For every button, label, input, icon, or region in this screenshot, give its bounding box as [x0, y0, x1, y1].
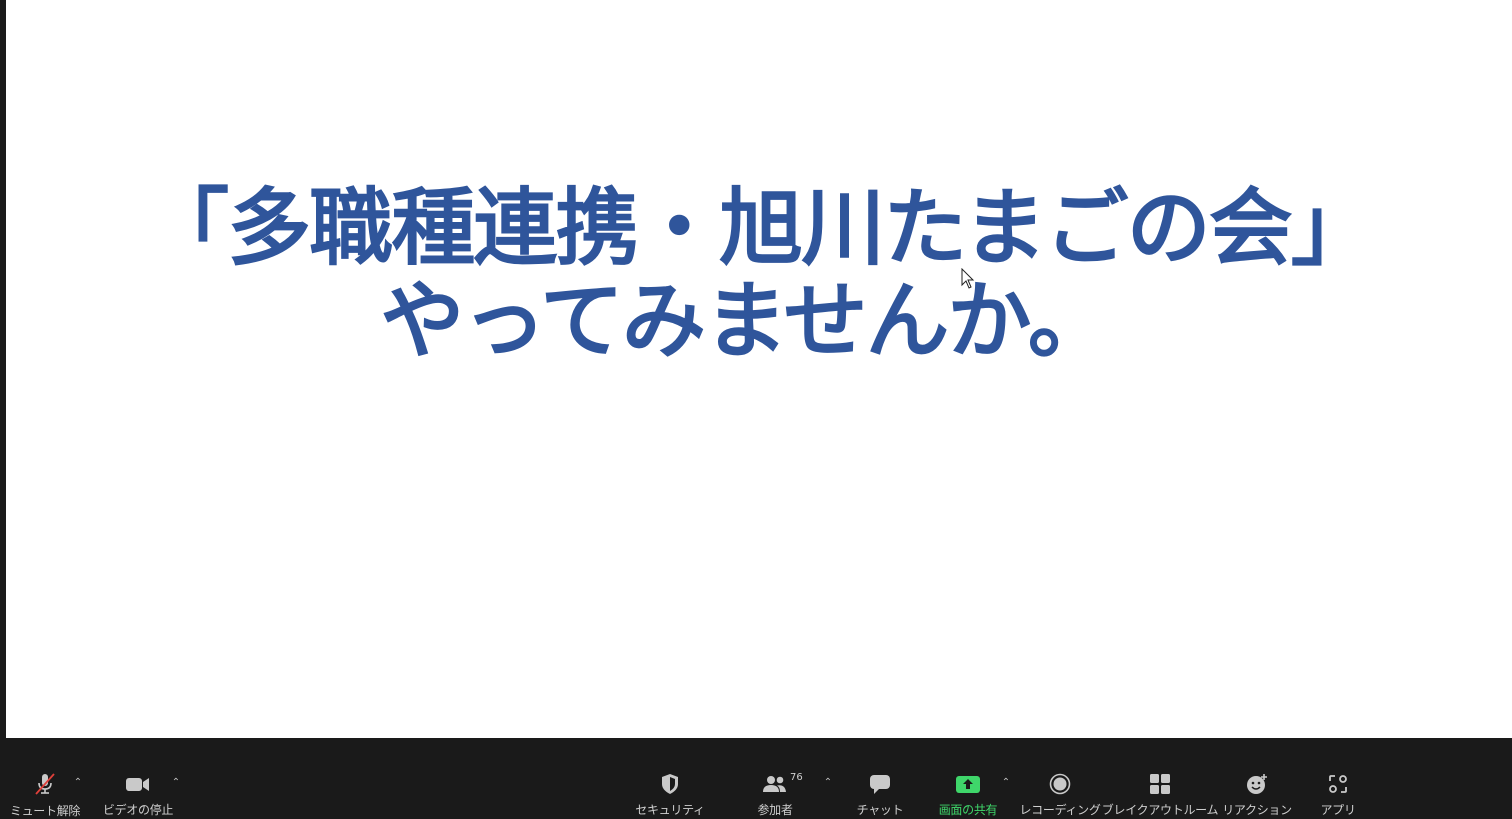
shared-screen: 「多職種連携・旭川たまごの会」 やってみませんか。	[6, 0, 1512, 738]
share-screen-label: 画面の共有	[938, 803, 998, 817]
mouse-cursor-icon	[961, 268, 975, 289]
breakout-rooms-label: ブレイクアウトルーム	[1101, 803, 1219, 817]
reactions-label: リアクション	[1222, 803, 1292, 817]
apps-button[interactable]: アプリ	[1318, 772, 1358, 818]
reactions-button[interactable]: リアクション	[1222, 772, 1292, 818]
people-icon: 76	[760, 772, 803, 795]
stop-video-button[interactable]: ビデオの停止	[102, 772, 174, 818]
recording-button[interactable]: レコーディング	[1019, 772, 1101, 818]
slide-title-line-1: 「多職種連携・旭川たまごの会」	[145, 179, 1374, 277]
apps-icon	[1323, 772, 1353, 795]
meeting-toolbar: ミュート解除 ⌃ ビデオの停止 ⌃ セキュリティ 76 参加者 ⌃ チャット 画…	[0, 738, 1512, 819]
share-screen-button[interactable]: 画面の共有	[935, 772, 1001, 818]
participants-options-caret[interactable]: ⌃	[823, 778, 833, 788]
mic-muted-icon	[30, 772, 60, 796]
grid-icon	[1145, 772, 1175, 795]
video-options-caret[interactable]: ⌃	[171, 778, 181, 788]
chat-bubble-icon	[865, 772, 895, 795]
breakout-rooms-button[interactable]: ブレイクアウトルーム	[1102, 772, 1219, 818]
chat-label: チャット	[856, 803, 904, 817]
unmute-button[interactable]: ミュート解除	[9, 772, 81, 818]
stop-video-label: ビデオの停止	[102, 803, 174, 817]
participants-label: 参加者	[757, 803, 793, 817]
share-up-arrow-icon	[953, 772, 983, 795]
shield-icon	[655, 772, 685, 795]
record-icon	[1045, 772, 1075, 795]
unmute-label: ミュート解除	[9, 804, 81, 818]
recording-label: レコーディング	[1019, 803, 1101, 817]
participant-count-badge: 76	[790, 772, 803, 783]
security-button[interactable]: セキュリティ	[635, 772, 705, 818]
security-label: セキュリティ	[635, 803, 705, 817]
smiley-plus-icon	[1242, 772, 1272, 795]
slide-title-line-2: やってみませんか。	[380, 272, 1112, 370]
apps-label: アプリ	[1320, 803, 1356, 817]
share-options-caret[interactable]: ⌃	[1001, 778, 1011, 788]
audio-options-caret[interactable]: ⌃	[73, 778, 83, 788]
participants-button[interactable]: 76 参加者	[752, 772, 803, 818]
video-camera-icon	[123, 772, 153, 795]
chat-button[interactable]: チャット	[856, 772, 904, 818]
